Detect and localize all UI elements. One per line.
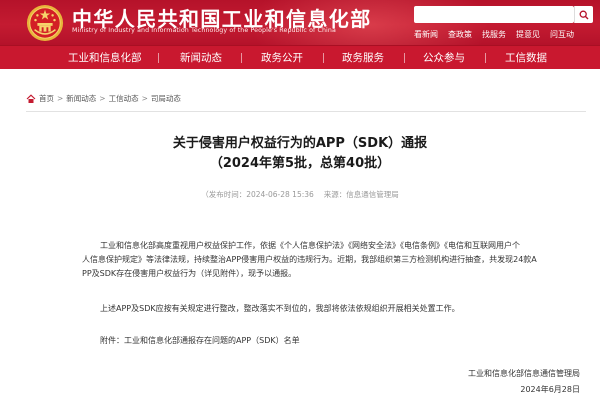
site-header: 中华人民共和国工业和信息化部 Ministry of Industry and …: [0, 0, 600, 45]
national-emblem-icon[interactable]: [26, 4, 64, 42]
top-link-news[interactable]: 看新闻: [414, 29, 438, 40]
article-title: 关于侵害用户权益行为的APP（SDK）通报: [172, 136, 428, 151]
breadcrumb-separator: >: [141, 94, 148, 103]
article-subtitle: （2024年第5批，总第40批）: [209, 156, 391, 171]
breadcrumb-ministry-news[interactable]: 工信动态: [109, 93, 139, 104]
main-nav: 工业和信息化部 新闻动态 政务公开 政务服务 公众参与 工信数据: [0, 45, 600, 69]
breadcrumb-dept-news[interactable]: 司局动态: [151, 93, 181, 104]
breadcrumb-news[interactable]: 新闻动态: [66, 93, 96, 104]
search-button[interactable]: [574, 6, 593, 23]
search-input[interactable]: [414, 6, 574, 23]
top-link-policy[interactable]: 查政策: [448, 29, 472, 40]
paragraph-line: 人信息保护规定》等法律法规，持续整治APP侵害用户权益的违规行为。近期，我部组织…: [82, 255, 537, 264]
attachment-link[interactable]: 附件：工业和信息化部通报存在问题的APP（SDK）名单: [100, 335, 300, 346]
paragraph-line: 工业和信息化部高度重视用户权益保护工作，依据《个人信息保护法》《网络安全法》《电…: [100, 241, 520, 250]
nav-item-participation[interactable]: 公众参与: [423, 46, 465, 70]
nav-item-news[interactable]: 新闻动态: [180, 46, 222, 70]
publish-time: （发布时间：2024-06-28 15:36: [201, 190, 314, 199]
nav-item-data[interactable]: 工信数据: [505, 46, 547, 70]
breadcrumb-separator: >: [99, 94, 106, 103]
nav-item-ministry[interactable]: 工业和信息化部: [68, 46, 142, 70]
paragraph-line: PP及SDK存在侵害用户权益行为（详见附件），现予以通报。: [82, 269, 297, 278]
top-link-interact[interactable]: 问互动: [550, 29, 574, 40]
nav-separator: [241, 53, 242, 63]
article-source: 来源：信息通信管理局: [323, 190, 399, 199]
nav-separator: [323, 53, 324, 63]
site-title-en: Ministry of Industry and Information Tec…: [72, 27, 336, 34]
top-link-feedback[interactable]: 提意见: [516, 29, 540, 40]
home-icon: [26, 93, 36, 103]
signer: 工业和信息化部信息通信管理局: [468, 369, 580, 378]
nav-item-gov-service[interactable]: 政务服务: [342, 46, 384, 70]
search-icon: [579, 10, 589, 19]
nav-item-gov-info[interactable]: 政务公开: [261, 46, 303, 70]
sign-date: 2024年6月28日: [520, 385, 580, 394]
top-links: 看新闻 查政策 找服务 提意见 问互动: [414, 29, 574, 40]
top-link-service[interactable]: 找服务: [482, 29, 506, 40]
content-divider: [26, 111, 586, 112]
breadcrumb-home[interactable]: 首页: [39, 93, 54, 104]
nav-separator: [158, 53, 159, 63]
nav-separator: [485, 53, 486, 63]
nav-separator: [404, 53, 405, 63]
paragraph-line: 上述APP及SDK应按有关规定进行整改，整改落实不到位的，我部将依法依规组织开展…: [100, 304, 460, 313]
breadcrumb: 首页 > 新闻动态 > 工信动态 > 司局动态: [26, 93, 181, 104]
breadcrumb-separator: >: [57, 94, 64, 103]
article-meta: （发布时间：2024-06-28 15:36 来源：信息通信管理局: [0, 189, 600, 200]
